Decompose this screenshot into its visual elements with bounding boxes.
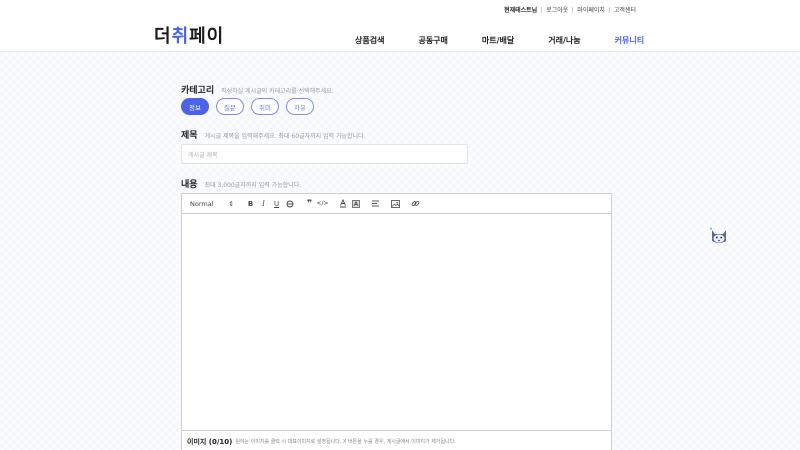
category-chip-hobby[interactable]: 취미 (251, 98, 279, 115)
category-chips: 정보 질문 취미 자유 (181, 98, 321, 115)
top-utility-links: 현재테스트님 로그아웃 마이페이지 고객센터 (500, 5, 640, 14)
logo-text-2: 페이 (189, 26, 225, 47)
nav-group-buy[interactable]: 공동구매 (418, 35, 447, 46)
content-label: 내용 (181, 180, 198, 190)
format-select-value: Normal (190, 199, 214, 208)
strike-icon[interactable] (283, 198, 296, 210)
category-label-row: 카테고리 작성하실 게시글의 카테고리를 선택해주세요. (181, 83, 334, 96)
mypage-link[interactable]: 마이페이지 (573, 5, 609, 14)
editor-text-area[interactable] (182, 214, 611, 430)
title-label: 제목 (181, 131, 198, 141)
logo-text-accent: 취 (171, 26, 190, 47)
user-name-link[interactable]: 현재테스트님 (500, 5, 541, 14)
image-description: 원하는 이미지를 클릭 시 대표이미지로 설정됩니다. X 버튼을 누를 경우,… (235, 439, 456, 445)
nav-community[interactable]: 커뮤니티 (615, 35, 644, 46)
site-logo[interactable]: 더취페이 (154, 22, 224, 48)
mascot-icon[interactable] (709, 227, 729, 245)
customer-center-link[interactable]: 고객센터 (610, 5, 640, 14)
logout-link[interactable]: 로그아웃 (542, 5, 572, 14)
logo-text-1: 더 (154, 26, 172, 47)
category-chip-free[interactable]: 자유 (286, 98, 314, 115)
underline-icon[interactable]: U (270, 198, 283, 210)
editor-toolbar: Normal ⇕ B I U ❞ </> (182, 194, 611, 214)
background-color-icon[interactable] (349, 198, 362, 210)
content-hint: 최대 3,000글자까지 입력 가능합니다. (204, 182, 302, 189)
nav-trade-share[interactable]: 거래/나눔 (548, 35, 580, 46)
title-input[interactable]: 게시글 제목 (181, 144, 468, 164)
italic-icon[interactable]: I (257, 198, 270, 210)
format-select[interactable]: Normal ⇕ (190, 200, 234, 208)
site-header: 현재테스트님 로그아웃 마이페이지 고객센터 더취페이 상품검색 공동구매 마트… (0, 0, 800, 52)
title-label-row: 제목 게시글 제목을 입력해주세요. 최대 60글자까지 입력 가능합니다. (181, 128, 365, 141)
title-hint: 게시글 제목을 입력해주세요. 최대 60글자까지 입력 가능합니다. (204, 133, 366, 140)
category-label: 카테고리 (181, 86, 215, 96)
category-hint: 작성하실 게시글의 카테고리를 선택해주세요. (221, 88, 334, 95)
link-icon[interactable] (409, 198, 422, 210)
category-chip-question[interactable]: 질문 (216, 98, 244, 115)
category-chip-info[interactable]: 정보 (181, 98, 209, 115)
content-label-row: 내용 최대 3,000글자까지 입력 가능합니다. (181, 177, 301, 190)
align-icon[interactable] (369, 198, 382, 210)
text-color-icon[interactable] (336, 198, 349, 210)
nav-product-search[interactable]: 상품검색 (355, 35, 384, 46)
image-count-title: 이미지 (0/10) (187, 437, 233, 446)
code-icon[interactable]: </> (316, 198, 329, 210)
blockquote-icon[interactable]: ❞ (303, 198, 316, 210)
updown-chevron-icon: ⇕ (228, 199, 234, 208)
main-nav: 상품검색 공동구매 마트/배달 거래/나눔 커뮤니티 (355, 35, 678, 46)
image-icon[interactable] (389, 198, 402, 210)
content-editor: Normal ⇕ B I U ❞ </> 이미지 (0/10) 원하는 이미지를… (181, 193, 612, 450)
image-upload-section: 이미지 (0/10) 원하는 이미지를 클릭 시 대표이미지로 설정됩니다. X… (182, 430, 611, 450)
bold-icon[interactable]: B (244, 198, 257, 210)
nav-mart-delivery[interactable]: 마트/배달 (482, 35, 514, 46)
